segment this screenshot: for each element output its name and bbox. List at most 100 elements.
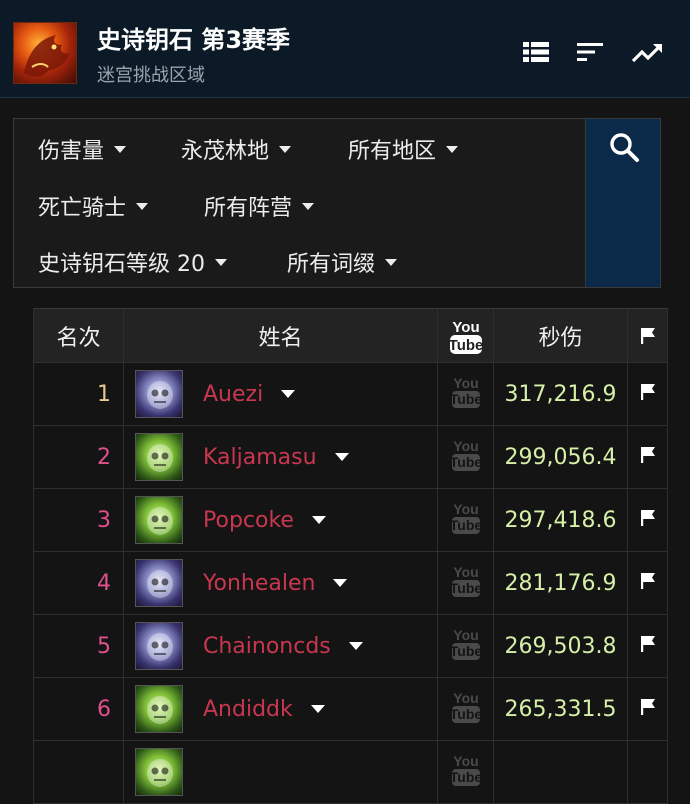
- chevron-down-icon: [136, 202, 149, 210]
- flag-icon[interactable]: [640, 635, 656, 657]
- chevron-down-icon: [279, 145, 292, 153]
- chevron-down-icon: [114, 145, 127, 153]
- flag-icon[interactable]: [640, 446, 656, 468]
- chevron-down-icon[interactable]: [281, 390, 296, 398]
- search-button[interactable]: [585, 118, 661, 288]
- chevron-down-icon[interactable]: [348, 642, 363, 650]
- name-cell: Andiddk: [124, 678, 438, 740]
- chevron-down-icon: [215, 258, 227, 266]
- dps-value: 297,418.6: [504, 507, 617, 533]
- rank-number: 6: [97, 696, 111, 722]
- player-name-link[interactable]: Andiddk: [203, 697, 293, 722]
- youtube-icon: You Tube: [449, 563, 482, 603]
- rank-number: 1: [97, 381, 111, 407]
- chevron-down-icon[interactable]: [311, 516, 326, 524]
- name-header[interactable]: 姓名: [124, 309, 438, 362]
- svg-text:You: You: [453, 501, 478, 517]
- player-name-link[interactable]: Popcoke: [203, 508, 294, 533]
- class-avatar[interactable]: [135, 622, 183, 670]
- sort-icon[interactable]: [575, 37, 605, 67]
- class-dropdown[interactable]: 死亡骑士: [38, 190, 149, 222]
- zone-dropdown[interactable]: 永茂林地: [181, 133, 292, 165]
- class-avatar[interactable]: [135, 433, 183, 481]
- table-row: 1 Auezi You Tube 317,216.9: [33, 363, 668, 426]
- faction-dropdown[interactable]: 所有阵营: [204, 190, 315, 222]
- class-avatar[interactable]: [135, 496, 183, 544]
- keystone-dropdown[interactable]: 史诗钥石等级 20: [38, 246, 227, 278]
- chevron-down-icon[interactable]: [334, 453, 349, 461]
- youtube-icon: You Tube: [449, 752, 482, 792]
- flag-icon[interactable]: [640, 383, 656, 405]
- region-dropdown[interactable]: 所有地区: [348, 133, 459, 165]
- svg-text:You: You: [453, 375, 478, 391]
- table-body: 1 Auezi You Tube 317,216.9 2 Kaljamasu You Tube 2…: [33, 363, 668, 804]
- name-cell: Popcoke: [124, 489, 438, 551]
- youtube-cell: You Tube: [438, 615, 494, 677]
- dps-header[interactable]: 秒伤: [494, 309, 628, 362]
- svg-text:You: You: [453, 690, 478, 706]
- metric-label: 伤害量: [38, 139, 105, 164]
- rank-cell: 4: [33, 552, 124, 614]
- youtube-icon: You Tube: [449, 319, 483, 354]
- flag-cell: [628, 678, 668, 740]
- youtube-icon: You Tube: [449, 374, 482, 414]
- table-row: 2 Kaljamasu You Tube 299,056.4: [33, 426, 668, 489]
- flag-icon[interactable]: [640, 698, 656, 720]
- chevron-down-icon[interactable]: [333, 579, 348, 587]
- search-icon: [610, 133, 639, 162]
- dps-cell: [494, 741, 628, 803]
- dps-value: 265,331.5: [504, 696, 617, 722]
- rank-number: 4: [97, 570, 111, 596]
- dps-value: 299,056.4: [504, 444, 617, 470]
- flag-header: [628, 309, 668, 362]
- youtube-cell: You Tube: [438, 363, 494, 425]
- svg-text:Tube: Tube: [451, 706, 481, 722]
- dps-cell: 317,216.9: [494, 363, 628, 425]
- table-row: 4 Yonhealen You Tube 281,176.9: [33, 552, 668, 615]
- ranking-table: 名次 姓名 You Tube 秒伤 1 Auezi You Tube 317,216.9…: [33, 308, 668, 804]
- zone-label: 永茂林地: [181, 139, 270, 164]
- chevron-down-icon: [302, 202, 315, 210]
- trend-icon[interactable]: [631, 37, 662, 67]
- svg-text:You: You: [453, 564, 478, 580]
- svg-text:You: You: [452, 319, 479, 336]
- svg-text:You: You: [453, 753, 478, 769]
- dragon-logo-icon: [13, 22, 77, 84]
- table-header-row: 名次 姓名 You Tube 秒伤: [33, 308, 668, 363]
- app-header: 史诗钥石 第3赛季 迷宫挑战区域: [0, 0, 690, 98]
- class-avatar[interactable]: [135, 559, 183, 607]
- affix-dropdown[interactable]: 所有词缀: [287, 246, 398, 278]
- class-avatar[interactable]: [135, 685, 183, 733]
- svg-text:Tube: Tube: [451, 643, 481, 659]
- dps-value: 317,216.9: [504, 381, 617, 407]
- svg-text:You: You: [453, 627, 478, 643]
- metric-dropdown[interactable]: 伤害量: [38, 133, 127, 165]
- dps-cell: 265,331.5: [494, 678, 628, 740]
- dps-cell: 269,503.8: [494, 615, 628, 677]
- rank-cell: 6: [33, 678, 124, 740]
- flag-icon[interactable]: [640, 572, 656, 594]
- region-label: 所有地区: [348, 139, 437, 164]
- dps-value: 281,176.9: [504, 570, 617, 596]
- rank-header[interactable]: 名次: [33, 309, 124, 362]
- flag-cell: [628, 741, 668, 803]
- player-name-link[interactable]: Yonhealen: [203, 571, 315, 596]
- class-label: 死亡骑士: [38, 196, 127, 221]
- flag-cell: [628, 426, 668, 488]
- youtube-cell: You Tube: [438, 426, 494, 488]
- class-avatar[interactable]: [135, 748, 183, 796]
- name-cell: Chainoncds: [124, 615, 438, 677]
- flag-icon[interactable]: [640, 509, 656, 531]
- class-avatar[interactable]: [135, 370, 183, 418]
- table-row: 6 Andiddk You Tube 265,331.5: [33, 678, 668, 741]
- page-title: 史诗钥石 第3赛季: [97, 26, 291, 54]
- flag-cell: [628, 363, 668, 425]
- player-name-link[interactable]: Kaljamasu: [203, 445, 317, 470]
- name-cell: [124, 741, 438, 803]
- flag-cell: [628, 552, 668, 614]
- player-name-link[interactable]: Chainoncds: [203, 634, 331, 659]
- rank-number: 3: [97, 507, 111, 533]
- list-icon[interactable]: [521, 37, 551, 67]
- chevron-down-icon[interactable]: [310, 705, 325, 713]
- player-name-link[interactable]: Auezi: [203, 382, 263, 407]
